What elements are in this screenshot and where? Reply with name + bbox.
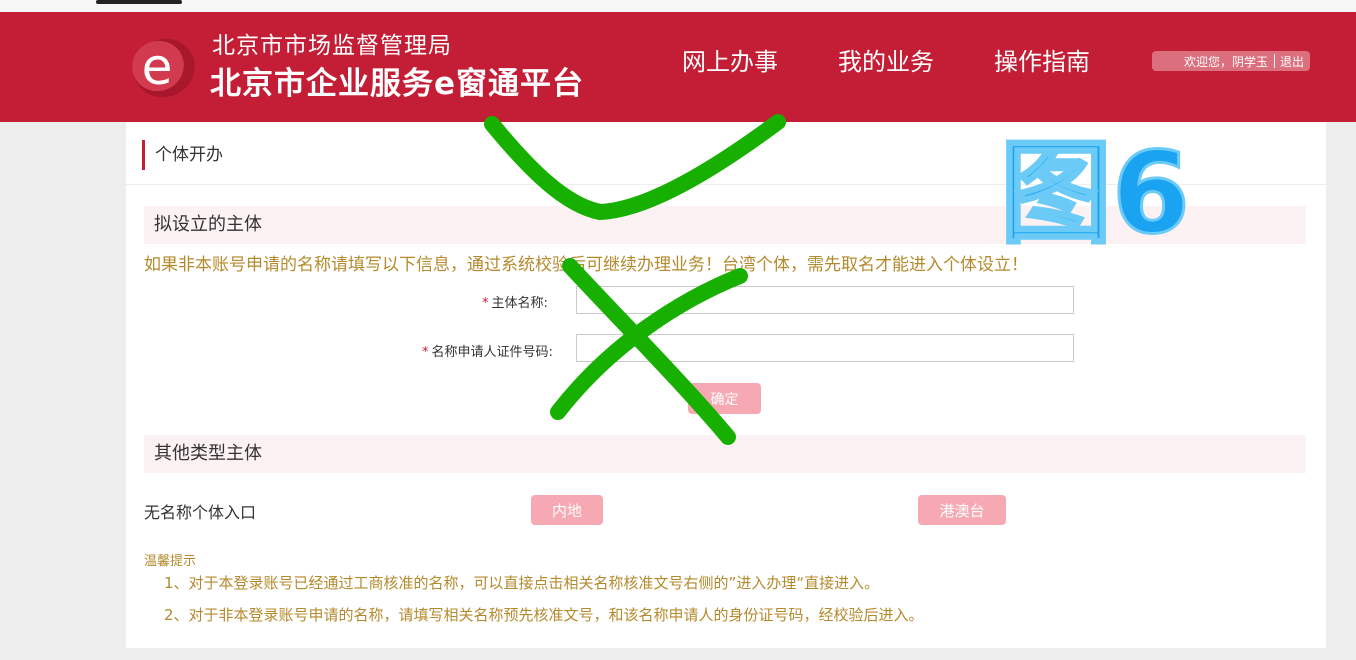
proposed-entity-heading: 拟设立的主体 (144, 206, 1306, 244)
tip-item: 2、对于非本登录账号申请的名称，请填写相关名称预先核准文号，和该名称申请人的身份… (164, 606, 924, 624)
platform-name: 北京市企业服务e窗通平台 (210, 66, 585, 102)
nav-operation-guide[interactable]: 操作指南 (994, 42, 1090, 77)
mainland-button[interactable]: 内地 (531, 495, 603, 525)
required-mark: * (422, 345, 429, 360)
tips-title: 温馨提示 (144, 554, 197, 569)
nav-my-business[interactable]: 我的业务 (838, 42, 934, 77)
entity-name-input[interactable] (576, 286, 1074, 314)
notice-text: 如果非本账号申请的名称请填写以下信息，通过系统校验后可继续办理业务！台湾个体，需… (144, 255, 1028, 275)
label-text: 名称申请人证件号码: (431, 345, 553, 360)
entity-name-label: * 主体名称: (482, 292, 548, 311)
divider (126, 184, 1326, 185)
logout-link[interactable]: 退出 (1280, 53, 1304, 70)
top-ink-mark (96, 0, 182, 4)
hk-macau-tw-button[interactable]: 港澳台 (918, 495, 1006, 525)
svg-text:e: e (142, 38, 173, 96)
site-header: e 北京市市场监督管理局 北京市企业服务e窗通平台 网上办事 我的业务 操作指南… (0, 12, 1356, 122)
page-title: 个体开办 (142, 140, 223, 170)
user-box: 欢迎您，阴学玉 退出 (1152, 51, 1310, 71)
e-logo-icon: e (132, 38, 195, 98)
no-name-entry-label: 无名称个体入口 (144, 503, 257, 522)
org-name: 北京市市场监督管理局 (212, 33, 452, 59)
confirm-button[interactable]: 确定 (688, 383, 761, 414)
welcome-text: 欢迎您，阴学玉 (1183, 54, 1268, 69)
nav-online-services[interactable]: 网上办事 (682, 42, 778, 77)
tip-item: 1、对于本登录账号已经通过工商核准的名称，可以直接点击相关名称核准文号右侧的”进… (164, 574, 880, 592)
main-panel: 个体开办 拟设立的主体 如果非本账号申请的名称请填写以下信息，通过系统校验后可继… (126, 122, 1326, 648)
divider (1273, 54, 1275, 68)
applicant-id-input[interactable] (576, 334, 1074, 362)
other-types-heading: 其他类型主体 (144, 435, 1306, 473)
label-text: 主体名称: (491, 296, 548, 311)
required-mark: * (482, 296, 489, 311)
applicant-id-label: * 名称申请人证件号码: (422, 341, 553, 360)
browser-top-strip (0, 0, 1356, 12)
